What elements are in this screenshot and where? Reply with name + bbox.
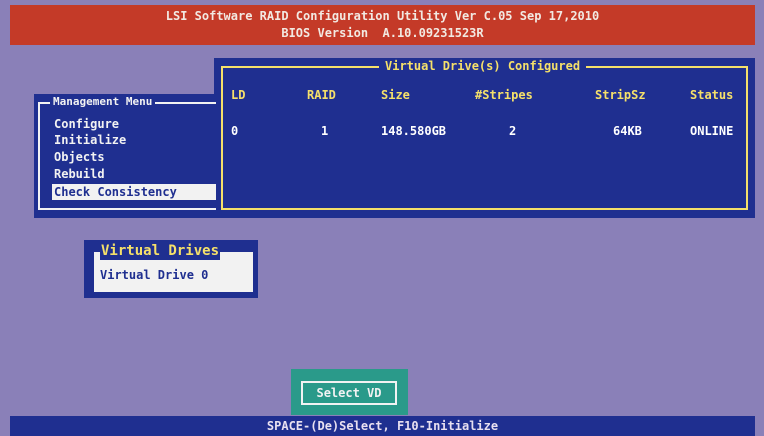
select-vd-container: Select VD — [291, 369, 408, 415]
menu-item-objects[interactable]: Objects — [52, 149, 216, 165]
management-menu-title: Management Menu — [50, 95, 156, 109]
virtual-drives-list: Virtual Drives Virtual Drive 0 — [94, 242, 253, 292]
virtual-drives-popup: Virtual Drives Virtual Drive 0 — [84, 240, 258, 298]
vd-row-raid: 1 — [321, 124, 329, 138]
title-bar: LSI Software RAID Configuration Utility … — [10, 5, 755, 45]
vd-row-size: 148.580GB — [381, 124, 447, 138]
column-header-ld: LD — [231, 88, 246, 102]
column-header-size: Size — [381, 88, 410, 102]
virtual-drives-configured-title: Virtual Drive(s) Configured — [379, 58, 587, 74]
menu-item-check-consistency[interactable]: Check Consistency — [52, 184, 216, 200]
menu-item-configure[interactable]: Configure — [52, 116, 216, 132]
vd-row-status: ONLINE — [690, 124, 734, 138]
vd-row-stripes: 2 — [509, 124, 517, 138]
column-header-status: Status — [690, 88, 734, 102]
virtual-drives-title: Virtual Drives — [100, 242, 221, 260]
key-hint-bar: SPACE-(De)Select, F10-Initialize — [10, 416, 755, 436]
vd-row-ld: 0 — [231, 124, 239, 138]
management-menu: Management Menu Configure Initialize Obj… — [34, 94, 216, 218]
select-vd-button[interactable]: Select VD — [301, 381, 397, 405]
vd-row-stripsz: 64KB — [613, 124, 642, 138]
virtual-drives-configured-frame: Virtual Drive(s) Configured LD RAID Size… — [221, 58, 748, 210]
virtual-drive-0-item[interactable]: Virtual Drive 0 — [100, 268, 208, 282]
column-header-stripes: #Stripes — [475, 88, 533, 102]
menu-item-rebuild[interactable]: Rebuild — [52, 166, 216, 182]
column-header-raid: RAID — [307, 88, 336, 102]
menu-item-initialize[interactable]: Initialize — [52, 132, 216, 148]
bios-version: BIOS Version A.10.09231523R — [281, 26, 484, 40]
utility-title: LSI Software RAID Configuration Utility … — [165, 9, 600, 23]
column-header-stripsz: StripSz — [595, 88, 646, 102]
virtual-drives-configured-panel: Virtual Drive(s) Configured LD RAID Size… — [214, 58, 755, 218]
